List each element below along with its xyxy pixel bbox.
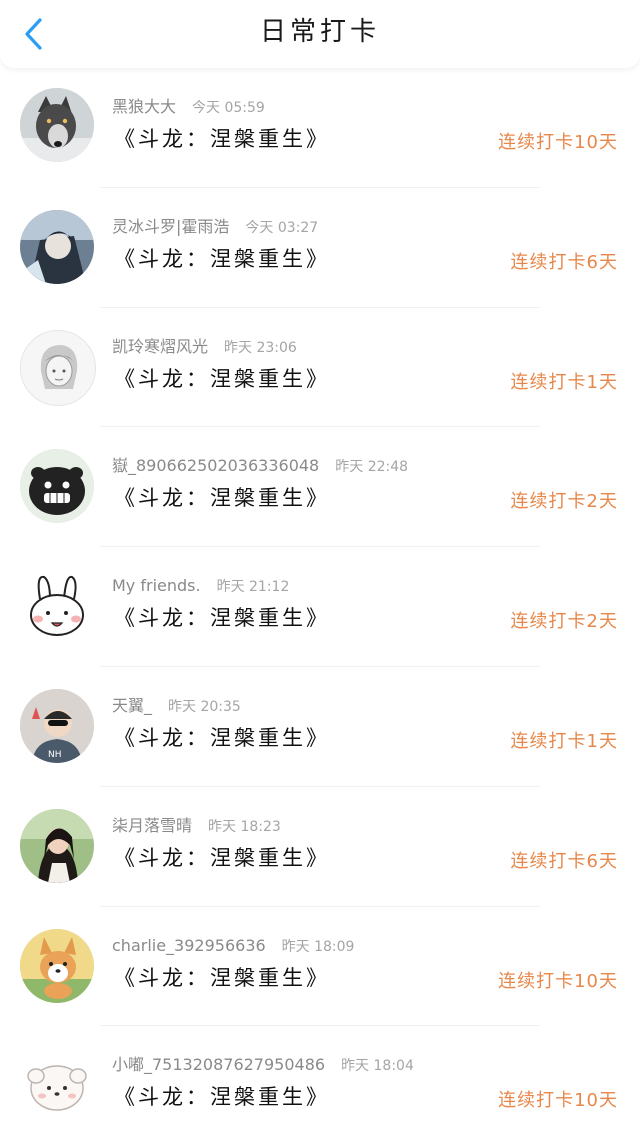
streak-badge: 连续打卡10天 (498, 970, 618, 992)
item-meta: 黑狼大大 今天 05:59 (112, 96, 265, 119)
item-meta: 小嘟_75132087627950486 昨天 18:04 (112, 1054, 414, 1077)
list-item[interactable]: 灵冰斗罗|霍雨浩 今天 03:27 《斗龙：涅槃重生》 连续打卡6天 (0, 188, 640, 308)
username[interactable]: 天翼_ (112, 696, 152, 715)
list-item[interactable]: 黑狼大大 今天 05:59 《斗龙：涅槃重生》 连续打卡10天 (0, 68, 640, 188)
list-item[interactable]: 嶽_8906625020363360​48 昨天 22:48 《斗龙：涅槃重生》 … (0, 427, 640, 548)
book-title[interactable]: 《斗龙：涅槃重生》 (114, 124, 330, 154)
streak-badge: 连续打卡6天 (510, 850, 618, 872)
username[interactable]: 黑狼大大 (112, 97, 176, 116)
streak-badge: 连续打卡2天 (510, 611, 618, 633)
cartoon-boy-avatar[interactable]: NH (20, 688, 94, 763)
item-meta: 灵冰斗罗|霍雨浩 今天 03:27 (112, 216, 318, 239)
page-title: 日常打卡 (259, 17, 380, 47)
svg-text:NH: NH (48, 750, 62, 760)
timestamp: 昨天 18:04 (341, 1058, 414, 1075)
item-meta: charlie_392956636 昨天 18:09 (112, 935, 354, 958)
item-meta: 天翼_ 昨天 20:35 (112, 695, 241, 718)
timestamp: 昨天 22:48 (335, 459, 409, 476)
streak-badge: 连续打卡1天 (510, 371, 618, 393)
timestamp: 今天 03:27 (245, 219, 319, 236)
username[interactable]: 凯玲寒熠风光 (112, 337, 208, 356)
username[interactable]: 柒月落雪晴 (112, 816, 192, 835)
timestamp: 昨天 20:35 (168, 698, 241, 715)
timestamp: 今天 05:59 (192, 100, 265, 116)
list-item[interactable]: 凯玲寒熠风光 昨天 23:06 《斗龙：涅槃重生》 连续打卡1天 (0, 308, 640, 428)
item-meta: My friends. 昨天 21:12 (112, 575, 289, 598)
username[interactable]: 嶽_8906625020363360​48 (112, 456, 319, 475)
list-item[interactable]: 柒月落雪晴 昨天 18:23 《斗龙：涅槃重生》 连续打卡6天 (0, 787, 640, 907)
black-pig-avatar[interactable] (20, 449, 94, 524)
list-item[interactable]: NH 天翼_ 昨天 20:35 《斗龙：涅槃重生》 连续打卡1天 (0, 667, 640, 787)
username[interactable]: charlie_392956636 (112, 936, 266, 955)
book-title[interactable]: 《斗龙：涅槃重生》 (114, 244, 330, 274)
list-item[interactable]: My friends. 昨天 21:12 《斗龙：涅槃重生》 连续打卡2天 (0, 547, 640, 667)
bunny-avatar[interactable] (20, 569, 94, 644)
timestamp: 昨天 23:06 (224, 339, 297, 356)
book-title[interactable]: 《斗龙：涅槃重生》 (114, 483, 330, 513)
anime-boy-avatar[interactable] (20, 209, 94, 284)
item-meta: 嶽_8906625020363360​48 昨天 22:48 (112, 455, 408, 478)
list-item[interactable]: charlie_392956636 昨天 18:09 《斗龙：涅槃重生》 连续打卡… (0, 907, 640, 1027)
book-title[interactable]: 《斗龙：涅槃重生》 (114, 1082, 330, 1112)
checkin-list: 黑狼大大 今天 05:59 《斗龙：涅槃重生》 连续打卡10天 灵冰斗罗|霍雨浩今… (0, 68, 640, 1146)
book-title[interactable]: 《斗龙：涅槃重生》 (114, 963, 330, 993)
streak-badge: 连续打卡10天 (498, 132, 618, 153)
timestamp: 昨天 18:09 (281, 938, 355, 955)
book-title[interactable]: 《斗龙：涅槃重生》 (114, 603, 330, 633)
book-title[interactable]: 《斗龙：涅槃重生》 (114, 723, 330, 753)
white-dog-avatar[interactable] (20, 1048, 94, 1123)
list-item[interactable]: 小嘟_75132087627950486 昨天 18:04 《斗龙：涅槃重生》 连… (0, 1026, 640, 1146)
streak-badge: 连续打卡6天 (510, 251, 618, 273)
timestamp: 昨天 18:23 (208, 818, 281, 835)
sketch-girl-avatar[interactable] (20, 329, 96, 406)
header-bar: 日常打卡 (0, 0, 640, 68)
streak-badge: 连续打卡10天 (498, 1090, 618, 1112)
username[interactable]: 小嘟_75132087627950486 (112, 1055, 325, 1074)
book-title[interactable]: 《斗龙：涅槃重生》 (114, 843, 330, 873)
timestamp: 昨天 21:12 (216, 579, 290, 596)
username[interactable]: 灵冰斗罗|霍雨浩 (112, 217, 229, 236)
item-meta: 凯玲寒熠风光 昨天 23:06 (112, 336, 297, 359)
book-title[interactable]: 《斗龙：涅槃重生》 (114, 364, 330, 394)
corgi-avatar[interactable] (20, 928, 94, 1003)
wolf-avatar[interactable] (20, 88, 94, 162)
item-meta: 柒月落雪晴 昨天 18:23 (112, 815, 281, 838)
streak-badge: 连续打卡2天 (510, 491, 618, 513)
girl-photo-avatar[interactable] (20, 808, 94, 883)
username[interactable]: My friends. (112, 576, 201, 595)
streak-badge: 连续打卡1天 (510, 730, 618, 752)
